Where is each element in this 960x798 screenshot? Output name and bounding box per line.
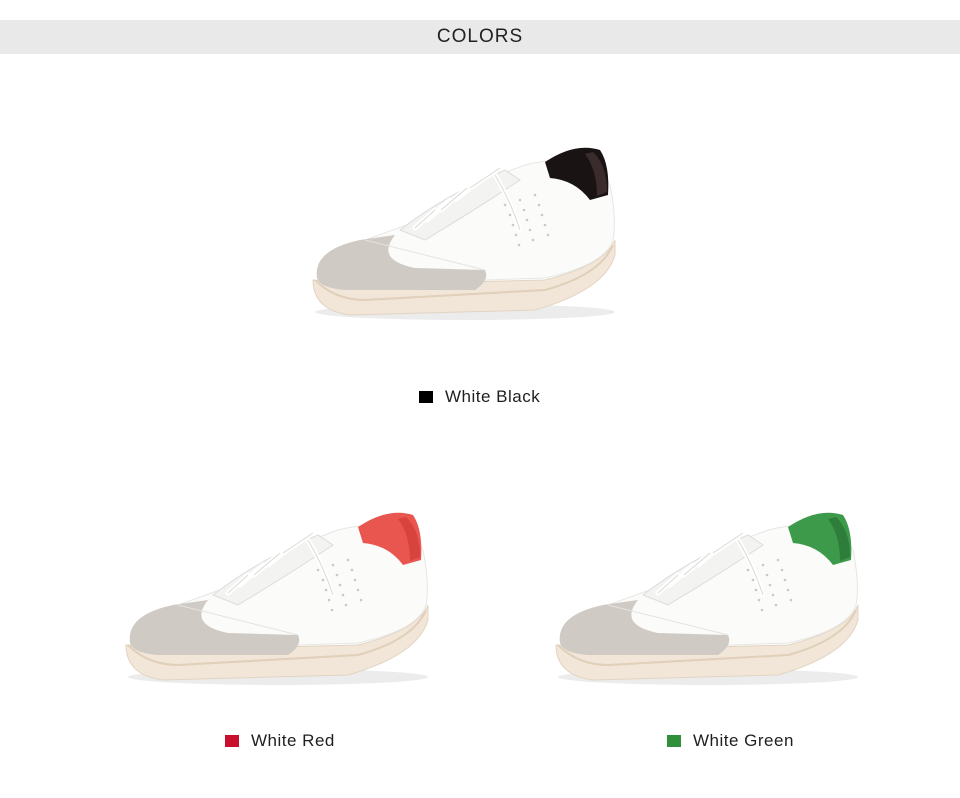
color-swatch bbox=[225, 735, 239, 747]
variant-label: White Red bbox=[251, 731, 335, 750]
variant-caption-white-green[interactable]: White Green bbox=[667, 731, 794, 751]
product-image-white-black[interactable] bbox=[305, 140, 625, 330]
colors-header-bar: COLORS bbox=[0, 20, 960, 54]
product-image-white-green[interactable] bbox=[548, 505, 868, 695]
variant-caption-white-red[interactable]: White Red bbox=[225, 731, 335, 751]
sneaker-image bbox=[125, 512, 429, 685]
product-image-white-red[interactable] bbox=[118, 505, 438, 695]
sneaker-image bbox=[312, 147, 616, 320]
section-title: COLORS bbox=[436, 26, 524, 47]
sneaker-image bbox=[555, 512, 859, 685]
color-swatch bbox=[667, 735, 681, 747]
variant-label: White Black bbox=[445, 387, 541, 406]
color-swatch bbox=[419, 391, 433, 403]
variant-caption-white-black[interactable]: White Black bbox=[419, 387, 540, 407]
variant-label: White Green bbox=[693, 731, 794, 750]
